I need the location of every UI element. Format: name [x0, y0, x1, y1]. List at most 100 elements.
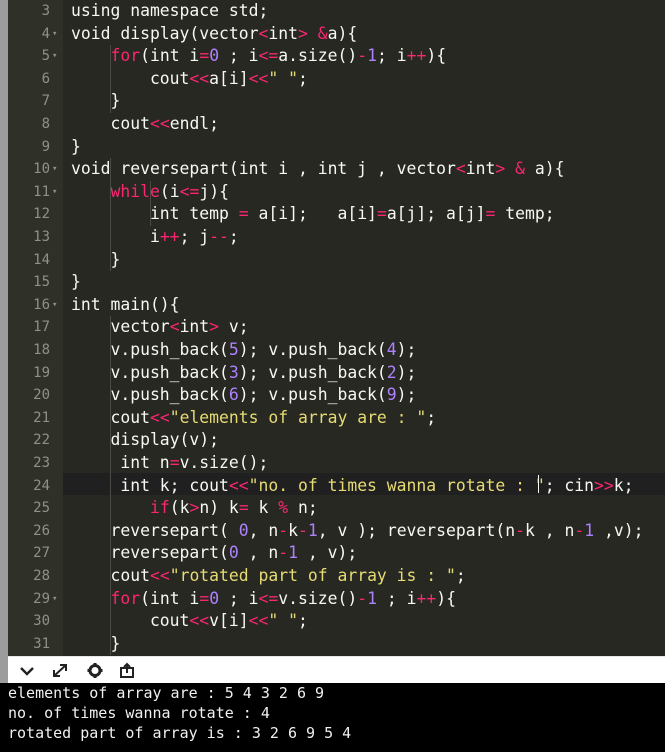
code-text: for(int i=0 ; i<=a.size()-1; i++){: [110, 46, 447, 66]
code-line[interactable]: 16 ▾ int main(){: [0, 294, 665, 317]
code-text: vector<int> v;: [71, 317, 249, 337]
line-number: 27: [33, 545, 50, 562]
code-text: void display(vector<int> &a){: [71, 23, 358, 43]
console-line: no. of times wanna rotate : 4: [8, 704, 270, 722]
line-number: 3: [41, 3, 50, 19]
code-text: }: [71, 633, 121, 653]
line-number: 25: [33, 500, 50, 517]
line-number: 8: [41, 116, 50, 132]
line-number: 18: [33, 342, 50, 358]
code-text: v.push_back(3); v.push_back(2);: [71, 362, 417, 382]
indent-guide: [150, 180, 151, 204]
code-line[interactable]: 4 ▾ void display(vector<int> &a){: [0, 23, 665, 46]
code-line[interactable]: 26 reversepart( 0, n-k-1, v ); reversepa…: [0, 520, 665, 543]
code-line[interactable]: 9}: [0, 136, 665, 159]
code-text: if(k>n) k= k % n;: [149, 498, 318, 518]
code-line[interactable]: 28 cout<<"rotated part of array is : ";: [0, 565, 665, 588]
code-line[interactable]: 20 v.push_back(6); v.push_back(9);: [0, 384, 665, 407]
share-icon[interactable]: [118, 662, 136, 679]
line-number: 19: [33, 364, 50, 381]
console-line: rotated part of array is : 3 2 6 9 5 4: [8, 724, 352, 742]
code-text: v.push_back(5); v.push_back(4);: [71, 340, 417, 359]
code-line[interactable]: 6 cout<<a[i]<<" ";: [0, 68, 665, 91]
code-text: }: [71, 136, 81, 156]
line-number: 7: [41, 93, 50, 110]
fold-toggle-icon[interactable]: ▾: [52, 294, 62, 317]
code-text: for(int i=0 ; i<=v.size()-1 ; i++){: [110, 588, 456, 608]
line-number: 10: [33, 161, 50, 178]
code-text: v.push_back(6); v.push_back(9);: [71, 385, 417, 405]
code-line[interactable]: 17 vector<int> v;: [0, 316, 665, 339]
code-line[interactable]: 15}: [0, 271, 665, 294]
line-number: 17: [33, 319, 50, 336]
code-text: void reversepart(int i , int j , vector<…: [71, 159, 565, 179]
code-line[interactable]: 7 }: [0, 90, 665, 113]
line-number: 22: [33, 432, 50, 449]
fold-toggle-icon[interactable]: ▾: [52, 23, 62, 46]
line-number: 12: [33, 206, 50, 223]
code-line[interactable]: 11 ▾ while(i<=j){: [0, 181, 665, 204]
code-line[interactable]: 22 display(v);: [0, 429, 665, 452]
text-cursor: [538, 475, 539, 493]
indent-guide: [110, 384, 111, 407]
console-output: elements of array are : 5 4 3 2 6 9 no. …: [0, 683, 665, 752]
line-number: 5: [41, 48, 50, 65]
code-line[interactable]: 21 cout<<"elements of array are : ";: [0, 407, 665, 430]
code-line[interactable]: 8 cout<<endl;: [0, 113, 665, 136]
code-line[interactable]: 13 i++; j--;: [0, 226, 665, 249]
expand-icon[interactable]: [51, 662, 69, 679]
line-number: 21: [33, 409, 50, 426]
indent-guide: [110, 452, 111, 475]
code-text: int n=v.size();: [71, 453, 269, 472]
code-line[interactable]: 31 }: [0, 633, 665, 656]
code-text: i++; j--;: [71, 227, 239, 246]
indent-guide: [110, 158, 111, 181]
code-text: using namespace std;: [71, 1, 269, 20]
indent-guide: [150, 203, 151, 226]
code-line[interactable]: 5 ▾ for(int i=0 ; i<=a.size()-1; i++){: [0, 45, 665, 68]
code-line[interactable]: 29 ▾ for(int i=0 ; i<=v.size()-1 ; i++){: [0, 588, 665, 611]
code-line[interactable]: 19 v.push_back(3); v.push_back(2);: [0, 362, 665, 385]
code-line[interactable]: 24 int k; cout<<"no. of times wanna rota…: [0, 475, 665, 498]
code-text: reversepart( 0, n-k-1, v ); reversepart(…: [71, 520, 644, 540]
indent-guide: [110, 361, 111, 385]
indent-guide: [110, 248, 111, 272]
indent-guide: [110, 565, 111, 588]
gear-icon[interactable]: [86, 662, 104, 679]
code-line[interactable]: 27 reversepart(0 , n-1 , v);: [0, 542, 665, 565]
fold-toggle-icon[interactable]: ▾: [52, 181, 62, 204]
code-line[interactable]: 12 int temp = a[i]; a[i]=a[j]; a[j]= tem…: [0, 203, 665, 226]
indent-guide: [110, 429, 111, 452]
code-text: }: [71, 91, 121, 111]
line-number: 23: [33, 455, 50, 471]
indent-guide: [110, 542, 111, 565]
indent-guide: [110, 632, 111, 656]
line-number: 30: [33, 613, 50, 630]
indent-guide: [110, 90, 111, 113]
code-line[interactable]: 10 ▾ void reversepart(int i , int j , vect…: [0, 158, 665, 181]
indent-guide: [110, 180, 111, 204]
chevron-down-icon[interactable]: [18, 662, 36, 679]
line-number: 9: [41, 138, 50, 155]
indent-guide: [110, 339, 111, 362]
code-text: reversepart(0 , n-1 , v);: [71, 543, 358, 563]
line-number: 31: [33, 635, 50, 652]
code-text: cout<<v[i]<<" ";: [71, 611, 308, 631]
code-line[interactable]: 3 using namespace std;: [0, 0, 665, 23]
fold-toggle-icon[interactable]: ▾: [52, 588, 62, 611]
code-text: }: [71, 249, 121, 269]
code-text: }: [71, 272, 81, 292]
indent-guide: [110, 474, 111, 498]
code-line[interactable]: 30 cout<<v[i]<<" ";: [0, 610, 665, 633]
code-line[interactable]: 14 }: [0, 249, 665, 272]
line-number: 15: [33, 274, 50, 291]
code-editor[interactable]: 3 using namespace std; 4 ▾ void display(vect…: [0, 0, 665, 656]
code-text: cout<<endl;: [71, 114, 220, 133]
code-line[interactable]: 18 v.push_back(5); v.push_back(4);: [0, 339, 665, 362]
code-line[interactable]: 25 if(k>n) k= k % n;: [0, 497, 665, 520]
fold-toggle-icon[interactable]: ▾: [52, 45, 62, 68]
indent-guide: [110, 497, 111, 520]
code-text: cout<<"rotated part of array is : ";: [71, 566, 466, 585]
code-line[interactable]: 23 int n=v.size();: [0, 452, 665, 475]
fold-toggle-icon[interactable]: ▾: [52, 158, 62, 181]
